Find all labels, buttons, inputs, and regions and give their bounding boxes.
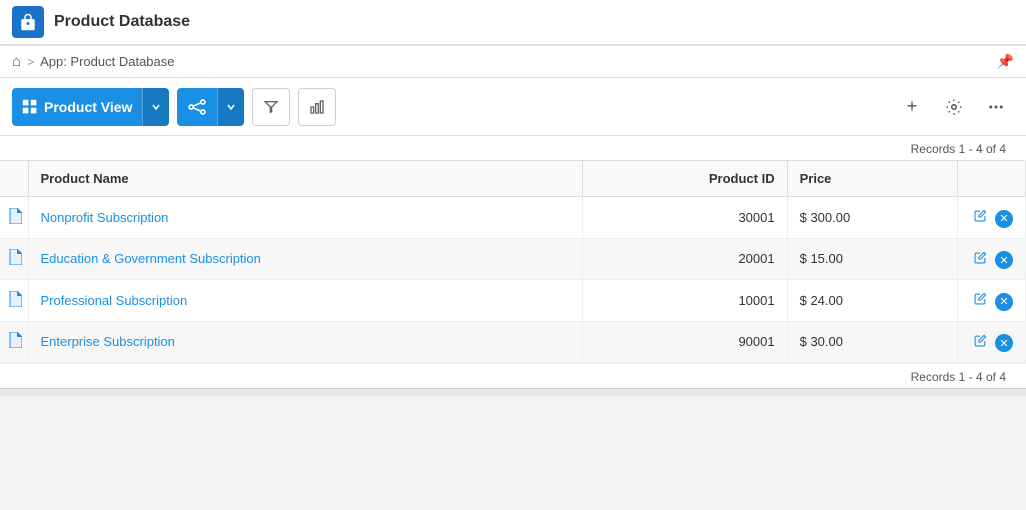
add-button[interactable]: + <box>894 89 930 125</box>
toolbar-right: + <box>894 89 1014 125</box>
view-selector[interactable]: Product View <box>12 88 169 126</box>
header-price: Price <box>787 161 958 197</box>
records-count-top: Records 1 - 4 of 4 <box>0 136 1026 160</box>
chart-button[interactable] <box>298 88 336 126</box>
chevron-down-icon <box>151 102 161 112</box>
product-id-cell: 30001 <box>582 197 787 239</box>
product-name-link[interactable]: Professional Subscription <box>41 293 188 308</box>
workflow-dropdown-button[interactable] <box>217 88 244 126</box>
lock-icon <box>19 13 37 31</box>
doc-icon <box>8 291 22 307</box>
doc-icon <box>8 249 22 265</box>
price-cell: $ 300.00 <box>787 197 958 239</box>
price-cell: $ 30.00 <box>787 321 958 363</box>
product-name-cell: Professional Subscription <box>28 280 582 322</box>
app-title: Product Database <box>54 13 190 31</box>
action-cell: ✕ <box>958 197 1026 239</box>
gear-icon <box>945 98 963 116</box>
doc-icon <box>8 208 22 224</box>
filter-icon <box>263 99 279 115</box>
data-table: Product Name Product ID Price Nonprofit … <box>0 160 1026 363</box>
product-id-cell: 90001 <box>582 321 787 363</box>
edit-icon <box>974 209 987 222</box>
edit-icon <box>974 292 987 305</box>
workflow-button[interactable] <box>177 88 244 126</box>
more-button[interactable] <box>978 89 1014 125</box>
product-name-cell: Nonprofit Subscription <box>28 197 582 239</box>
toolbar: Product View <box>0 78 1026 136</box>
table-row: Professional Subscription 10001 $ 24.00 … <box>0 280 1026 322</box>
home-icon[interactable]: ⌂ <box>12 53 21 70</box>
content-area: Records 1 - 4 of 4 Product Name Product … <box>0 136 1026 388</box>
delete-button[interactable]: ✕ <box>995 251 1013 269</box>
bottom-bar <box>0 388 1026 396</box>
product-name-link[interactable]: Enterprise Subscription <box>41 334 175 349</box>
header-actions <box>958 161 1026 197</box>
settings-button[interactable] <box>936 89 972 125</box>
row-icon <box>0 238 28 280</box>
delete-button[interactable]: ✕ <box>995 210 1013 228</box>
action-cell: ✕ <box>958 321 1026 363</box>
grid-icon <box>22 99 38 115</box>
table-body: Nonprofit Subscription 30001 $ 300.00 ✕ … <box>0 197 1026 363</box>
product-name-link[interactable]: Education & Government Subscription <box>41 251 261 266</box>
edit-button[interactable] <box>970 332 991 352</box>
edit-button[interactable] <box>970 207 991 227</box>
row-icon <box>0 280 28 322</box>
view-label: Product View <box>44 99 132 115</box>
delete-button[interactable]: ✕ <box>995 293 1013 311</box>
table-header-row: Product Name Product ID Price <box>0 161 1026 197</box>
chart-icon <box>309 99 325 115</box>
row-icon <box>0 321 28 363</box>
action-cell: ✕ <box>958 238 1026 280</box>
price-cell: $ 24.00 <box>787 280 958 322</box>
table-row: Education & Government Subscription 2000… <box>0 238 1026 280</box>
chevron-down-icon-workflow <box>226 102 236 112</box>
breadcrumb-separator: > <box>27 55 34 69</box>
row-icon <box>0 197 28 239</box>
product-name-link[interactable]: Nonprofit Subscription <box>41 210 169 225</box>
edit-icon <box>974 251 987 264</box>
header-product-id: Product ID <box>582 161 787 197</box>
app-logo <box>12 6 44 38</box>
product-name-cell: Education & Government Subscription <box>28 238 582 280</box>
price-cell: $ 15.00 <box>787 238 958 280</box>
records-count-bottom: Records 1 - 4 of 4 <box>0 363 1026 388</box>
more-icon <box>987 98 1005 116</box>
action-cell: ✕ <box>958 280 1026 322</box>
workflow-icon <box>187 97 207 117</box>
pin-icon[interactable]: 📌 <box>997 53 1014 70</box>
view-selector-label[interactable]: Product View <box>12 99 142 115</box>
header-icon-col <box>0 161 28 197</box>
app-header: Product Database <box>0 0 1026 46</box>
breadcrumb-path: App: Product Database <box>40 54 174 69</box>
product-id-cell: 20001 <box>582 238 787 280</box>
edit-icon <box>974 334 987 347</box>
breadcrumb: ⌂ > App: Product Database 📌 <box>0 46 1026 78</box>
edit-button[interactable] <box>970 249 991 269</box>
product-name-cell: Enterprise Subscription <box>28 321 582 363</box>
delete-button[interactable]: ✕ <box>995 334 1013 352</box>
table-row: Nonprofit Subscription 30001 $ 300.00 ✕ <box>0 197 1026 239</box>
edit-button[interactable] <box>970 290 991 310</box>
doc-icon <box>8 332 22 348</box>
header-product-name: Product Name <box>28 161 582 197</box>
filter-button[interactable] <box>252 88 290 126</box>
workflow-icon-area[interactable] <box>177 97 217 117</box>
view-dropdown-button[interactable] <box>142 88 169 126</box>
table-row: Enterprise Subscription 90001 $ 30.00 ✕ <box>0 321 1026 363</box>
product-id-cell: 10001 <box>582 280 787 322</box>
